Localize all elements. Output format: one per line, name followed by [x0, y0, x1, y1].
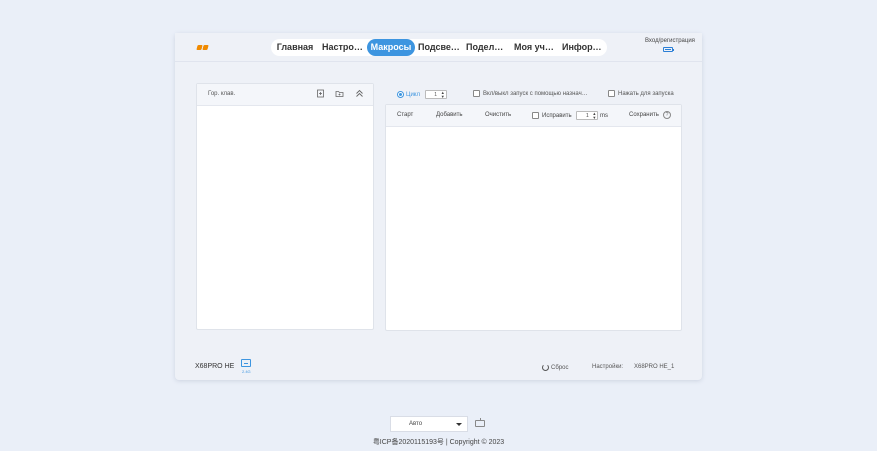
- tab-account[interactable]: Моя учет…: [511, 39, 559, 56]
- toggle-trigger-label: Вкл/выкл запуск с помощью назнач…: [483, 91, 588, 98]
- cycle-stepper[interactable]: 1 ▲ ▼: [424, 90, 447, 99]
- tab-home[interactable]: Главная: [271, 39, 319, 56]
- header: Главная Настрой… Макросы Подсветка Подел…: [175, 33, 702, 62]
- import-folder-icon[interactable]: [335, 89, 344, 98]
- macro-editor-toolbar: Старт Добавить Очистить Исправить 1 ▲ ▼ ms…: [386, 105, 681, 127]
- main-nav: Главная Настрой… Макросы Подсветка Подел…: [271, 39, 607, 56]
- device-model: X68PRO HE: [195, 363, 235, 370]
- chevron-down-icon: [456, 423, 462, 426]
- stepper-arrows-icon[interactable]: ▲ ▼: [441, 91, 445, 99]
- macro-list-title: Гор. клав.: [208, 91, 236, 97]
- reset-label: Сброс: [551, 365, 569, 372]
- press-to-run-checkbox[interactable]: [608, 90, 615, 97]
- mode-value: Авто: [409, 421, 423, 427]
- add-button[interactable]: Добавить: [436, 112, 463, 118]
- toggle-trigger-option[interactable]: Вкл/выкл запуск с помощью назнач…: [473, 90, 588, 97]
- battery-icon: [663, 47, 674, 52]
- login-link[interactable]: Вход/регистрация: [645, 38, 695, 44]
- keyboard-icon[interactable]: [475, 418, 485, 427]
- clear-button[interactable]: Очистить: [485, 112, 511, 118]
- collapse-icon[interactable]: [355, 89, 364, 98]
- press-to-run-option[interactable]: Нажать для запуска: [608, 90, 674, 97]
- new-file-icon[interactable]: [316, 89, 325, 98]
- wireless-label: 2.4G: [242, 369, 251, 374]
- app-window: Главная Настрой… Макросы Подсветка Подел…: [175, 33, 702, 380]
- cycle-value: 1: [434, 92, 438, 98]
- fix-label: Исправить: [542, 113, 572, 120]
- fix-option[interactable]: Исправить 1 ▲ ▼ ms: [532, 111, 608, 120]
- macro-list-header: Гор. клав.: [197, 84, 373, 106]
- macro-list-panel: Гор. клав.: [196, 83, 374, 330]
- help-icon[interactable]: ?: [663, 111, 671, 119]
- save-button[interactable]: Сохранить: [629, 112, 659, 118]
- cycle-label: Цикл: [406, 92, 420, 99]
- footer-bar: X68PRO HE 2.4G Сброс Настройки: X68PRO H…: [175, 349, 702, 379]
- tab-share[interactable]: Поделит…: [463, 39, 511, 56]
- wireless-icon: [241, 359, 251, 367]
- logo-mark: [202, 44, 209, 50]
- start-button[interactable]: Старт: [397, 112, 413, 118]
- fix-checkbox[interactable]: [532, 112, 539, 119]
- toggle-trigger-checkbox[interactable]: [473, 90, 480, 97]
- press-to-run-label: Нажать для запуска: [618, 91, 674, 98]
- tab-info[interactable]: Информ…: [559, 39, 607, 56]
- stepper-arrows-icon[interactable]: ▲ ▼: [592, 112, 596, 120]
- reset-icon: [542, 364, 549, 371]
- fix-stepper[interactable]: 1 ▲ ▼: [576, 111, 599, 120]
- settings-label: Настройки:: [592, 364, 624, 370]
- fix-unit: ms: [600, 113, 608, 120]
- cycle-option[interactable]: Цикл 1 ▲ ▼: [397, 90, 447, 99]
- tab-settings[interactable]: Настрой…: [319, 39, 367, 56]
- macro-editor-panel: Старт Добавить Очистить Исправить 1 ▲ ▼ ms…: [385, 104, 682, 331]
- copyright: 粤ICP备2020115193号 | Copyright © 2023: [372, 439, 505, 446]
- tab-lighting[interactable]: Подсветка: [415, 39, 463, 56]
- tab-macros[interactable]: Макросы: [367, 39, 415, 56]
- reset-button[interactable]: Сброс: [542, 364, 568, 371]
- mode-select[interactable]: Авто: [390, 416, 468, 432]
- cycle-radio[interactable]: [397, 91, 404, 98]
- fix-value: 1: [585, 113, 589, 119]
- profile-name[interactable]: X68PRO HE_1: [634, 364, 674, 370]
- brand-logo[interactable]: [196, 44, 217, 50]
